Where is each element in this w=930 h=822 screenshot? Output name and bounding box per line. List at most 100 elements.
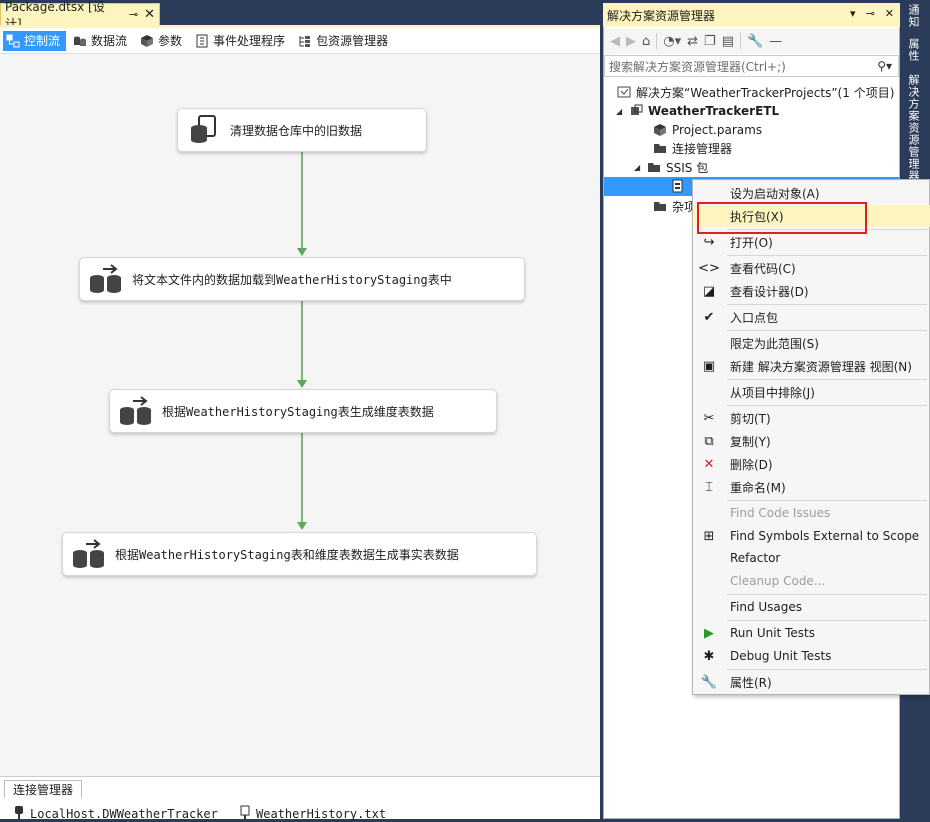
menu-item-view-code[interactable]: <> 查看代码(C) bbox=[694, 257, 930, 279]
pending-changes-icon[interactable]: ◔▾ bbox=[663, 34, 681, 49]
expand-icon[interactable]: ◢ bbox=[616, 107, 628, 116]
tree-item-package[interactable] bbox=[670, 177, 690, 195]
menu-item-find-usages[interactable]: Find Usages bbox=[694, 596, 930, 618]
task-label: 根据WeatherHistoryStaging表和维度表数据生成事实表数据 bbox=[115, 547, 459, 562]
solution-icon bbox=[616, 85, 632, 99]
tab-control-flow[interactable]: 控制流 bbox=[3, 30, 67, 51]
tree-item-project[interactable]: ◢ WeatherTrackerETL bbox=[616, 102, 779, 120]
project-icon bbox=[628, 104, 644, 118]
annotation-highlight-box bbox=[697, 202, 867, 234]
tree-label: 连接管理器 bbox=[672, 141, 733, 156]
toolbar-separator bbox=[740, 33, 741, 49]
menu-item-exclude[interactable]: 从项目中排除(J) bbox=[694, 381, 930, 403]
precedence-constraint[interactable] bbox=[301, 152, 303, 249]
close-icon[interactable]: ✕ bbox=[885, 7, 894, 20]
checkmark-icon: ✔ bbox=[703, 309, 715, 325]
task-load-staging[interactable]: 将文本文件内的数据加载到WeatherHistoryStaging表中 bbox=[79, 257, 525, 301]
task-generate-dimension[interactable]: 根据WeatherHistoryStaging表生成维度表数据 bbox=[109, 389, 497, 433]
pin-icon[interactable]: ⊸ bbox=[866, 7, 875, 20]
connection-item[interactable]: LocalHost.DWWeatherTracker bbox=[14, 805, 218, 822]
menu-item-entry-point[interactable]: ✔ 入口点包 bbox=[694, 306, 930, 328]
solution-explorer-title: 解决方案资源管理器 bbox=[607, 8, 716, 23]
menu-item-refactor[interactable]: Refactor bbox=[694, 547, 930, 569]
execute-sql-task-icon bbox=[184, 114, 222, 146]
solution-explorer-toolbar: ◀ ▶ ⌂ ◔▾ ⇄ ❐ ▤ 🔧 — bbox=[604, 28, 899, 54]
show-all-files-icon[interactable]: ▤ bbox=[722, 34, 734, 49]
tab-package-explorer[interactable]: 包资源管理器 bbox=[295, 31, 394, 51]
menu-item-set-startup[interactable]: 设为启动对象(A) bbox=[694, 182, 930, 204]
dropdown-icon[interactable]: ▾ bbox=[850, 7, 856, 20]
designer-tabs: 控制流 数据流 参数 事件处理程序 包资源管理器 bbox=[0, 28, 600, 54]
forward-icon[interactable]: ▶ bbox=[626, 34, 636, 49]
tab-event-handlers[interactable]: 事件处理程序 bbox=[192, 31, 291, 51]
tree-item-params[interactable]: Project.params bbox=[652, 121, 762, 139]
task-label: 将文本文件内的数据加载到WeatherHistoryStaging表中 bbox=[132, 272, 452, 287]
new-view-icon: ▣ bbox=[702, 358, 716, 374]
delete-icon: ✕ bbox=[703, 456, 715, 472]
menu-item-debug-unit-tests[interactable]: ✱ Debug Unit Tests bbox=[694, 645, 930, 667]
tree-label: Project.params bbox=[672, 123, 763, 137]
run-tests-icon: ▶ bbox=[704, 625, 714, 641]
tab-label: 参数 bbox=[158, 34, 183, 48]
menu-item-view-designer[interactable]: ◪ 查看设计器(D) bbox=[694, 280, 930, 302]
menu-item-delete[interactable]: ✕ 删除(D) bbox=[694, 453, 930, 475]
solution-explorer-search[interactable]: 搜索解决方案资源管理器(Ctrl+;) ⚲▾ bbox=[604, 55, 899, 77]
menu-item-copy[interactable]: ⧉ 复制(Y) bbox=[694, 430, 930, 452]
home-icon[interactable]: ⌂ bbox=[642, 34, 650, 49]
task-label: 根据WeatherHistoryStaging表生成维度表数据 bbox=[162, 404, 434, 419]
collapse-all-icon[interactable]: ❐ bbox=[704, 34, 716, 49]
close-icon[interactable]: ✕ bbox=[144, 7, 155, 22]
menu-separator bbox=[727, 500, 927, 501]
search-icon[interactable]: ⚲▾ bbox=[877, 59, 892, 73]
tab-label: 控制流 bbox=[24, 34, 61, 48]
tab-data-flow[interactable]: 数据流 bbox=[70, 31, 133, 51]
view-code-icon: <> bbox=[698, 260, 720, 276]
menu-item-properties[interactable]: 🔧 属性(R) bbox=[694, 671, 930, 693]
connection-item[interactable]: WeatherHistory.txt bbox=[240, 805, 386, 822]
data-flow-task-icon bbox=[86, 264, 124, 294]
preview-icon[interactable]: — bbox=[769, 34, 782, 49]
connection-manager-tab[interactable]: 连接管理器 bbox=[4, 780, 83, 798]
pin-icon[interactable]: ⊸ bbox=[129, 8, 138, 21]
tree-item-misc[interactable]: 杂项 bbox=[652, 197, 696, 215]
connection-label: LocalHost.DWWeatherTracker bbox=[30, 806, 218, 821]
back-icon[interactable]: ◀ bbox=[610, 34, 620, 49]
tree-item-solution[interactable]: 解决方案“WeatherTrackerProjects”(1 个项目) bbox=[616, 83, 894, 101]
properties-icon[interactable]: 🔧 bbox=[747, 34, 763, 49]
task-generate-fact[interactable]: 根据WeatherHistoryStaging表和维度表数据生成事实表数据 bbox=[62, 532, 537, 576]
menu-separator bbox=[727, 304, 927, 305]
package-icon bbox=[670, 179, 686, 193]
expand-icon[interactable]: ◢ bbox=[634, 163, 646, 172]
menu-item-open[interactable]: ↪ 打开(O) bbox=[694, 231, 930, 253]
oledb-connection-icon bbox=[14, 805, 24, 822]
precedence-arrow-icon bbox=[297, 522, 307, 530]
search-placeholder: 搜索解决方案资源管理器(Ctrl+;) bbox=[609, 59, 786, 74]
tab-parameters[interactable]: 参数 bbox=[137, 31, 188, 51]
solution-explorer-title-bar[interactable]: 解决方案资源管理器 ▾ ⊸ ✕ bbox=[603, 3, 900, 27]
package-explorer-icon bbox=[298, 34, 312, 48]
menu-item-new-view[interactable]: ▣ 新建 解决方案资源管理器 视图(N) bbox=[694, 355, 930, 377]
tree-label: 解决方案“WeatherTrackerProjects”(1 个项目) bbox=[636, 85, 895, 100]
menu-item-cut[interactable]: ✂ 剪切(T) bbox=[694, 407, 930, 429]
menu-item-scope-to-this[interactable]: 限定为此范围(S) bbox=[694, 332, 930, 354]
menu-item-find-symbols[interactable]: ⊞ Find Symbols External to Scope bbox=[694, 525, 930, 547]
side-tab-notifications[interactable]: 通知 bbox=[903, 4, 921, 28]
menu-item-rename[interactable]: ⌶ 重命名(M) bbox=[694, 476, 930, 498]
tab-label: 数据流 bbox=[91, 34, 128, 48]
task-execute-sql[interactable]: 清理数据仓库中的旧数据 bbox=[177, 108, 427, 152]
document-tab[interactable]: Package.dtsx [设计] ⊸ ✕ bbox=[0, 0, 160, 31]
menu-item-run-unit-tests[interactable]: ▶ Run Unit Tests bbox=[694, 622, 930, 644]
menu-separator bbox=[727, 669, 927, 670]
menu-item-cleanup-code[interactable]: Cleanup Code... bbox=[694, 570, 930, 592]
menu-separator bbox=[727, 405, 927, 406]
tree-item-ssis-packages[interactable]: ◢ SSIS 包 bbox=[634, 158, 708, 176]
tab-label: 事件处理程序 bbox=[213, 34, 286, 48]
menu-separator bbox=[727, 620, 927, 621]
menu-item-find-code-issues[interactable]: Find Code Issues bbox=[694, 502, 930, 524]
side-tab-properties[interactable]: 属性 bbox=[903, 38, 921, 62]
precedence-constraint[interactable] bbox=[301, 301, 303, 381]
precedence-constraint[interactable] bbox=[301, 433, 303, 523]
side-tab-solution-explorer[interactable]: 解决方案资源管理器 bbox=[903, 74, 921, 182]
sync-icon[interactable]: ⇄ bbox=[687, 34, 698, 49]
tree-item-connection-managers[interactable]: 连接管理器 bbox=[652, 139, 732, 157]
